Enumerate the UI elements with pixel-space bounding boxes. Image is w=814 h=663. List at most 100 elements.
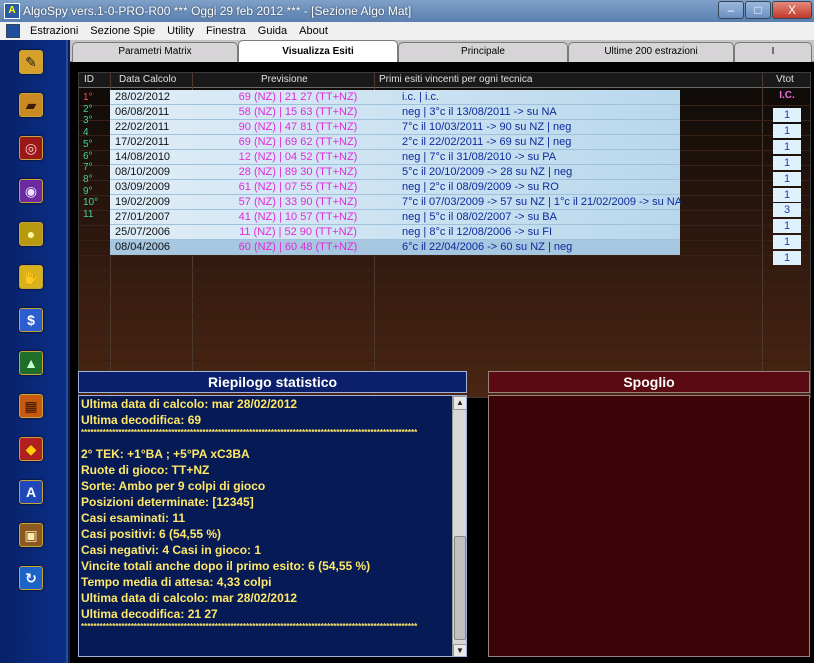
row-id[interactable]: 6°: [83, 151, 93, 162]
row-id[interactable]: 3°: [83, 115, 93, 126]
table-row[interactable]: 08/10/2009 28 (NZ) | 89 30 (TT+NZ) 5°c il …: [110, 165, 680, 180]
row-id[interactable]: 2°: [83, 104, 93, 115]
vtot-cell[interactable]: 1: [773, 187, 801, 202]
menu-estrazioni[interactable]: Estrazioni: [24, 25, 84, 37]
col-date-header[interactable]: Data Calcolo: [119, 74, 176, 85]
document-icon[interactable]: [6, 24, 20, 38]
table-row[interactable]: 06/08/2011 58 (NZ) | 15 63 (TT+NZ) neg | 3…: [110, 105, 680, 120]
row-date: 03/09/2009: [115, 181, 171, 193]
tab-ultime-200-estrazioni[interactable]: Ultime 200 estrazioni: [568, 42, 734, 62]
row-id[interactable]: 5°: [83, 139, 93, 150]
letter-a-icon[interactable]: A: [19, 480, 43, 504]
stat-line: Casi esaminati: 11: [81, 511, 186, 525]
row-id[interactable]: 9°: [83, 186, 93, 197]
row-id[interactable]: 11: [83, 209, 93, 220]
pencil-icon[interactable]: ✎: [19, 50, 43, 74]
row-previsione: 11 (NZ) | 52 90 (TT+NZ): [239, 226, 357, 238]
grid-line: [79, 360, 810, 361]
menu-finestra[interactable]: Finestra: [200, 25, 252, 37]
vtot-cell[interactable]: 1: [773, 139, 801, 154]
vtot-cell[interactable]: 1: [773, 108, 801, 122]
refresh-icon[interactable]: ↻: [19, 566, 43, 590]
tab-visualizza-esiti[interactable]: Visualizza Esiti: [238, 40, 398, 62]
table-row[interactable]: 19/02/2009 57 (NZ) | 33 90 (TT+NZ) 7°c il …: [110, 195, 682, 210]
menu-about[interactable]: About: [293, 25, 334, 37]
tab-parametri-matrix[interactable]: Parametri Matrix: [72, 42, 238, 62]
stat-line: Posizioni determinate: [12345]: [81, 495, 254, 509]
stat-line: Sorte: Ambo per 9 colpi di gioco: [81, 479, 266, 493]
close-button[interactable]: X: [772, 1, 812, 19]
stat-line: Ultima data di calcolo: mar 28/02/2012: [81, 591, 298, 605]
row-id[interactable]: 7°: [83, 162, 93, 173]
grid-line: [79, 255, 810, 256]
maximize-button[interactable]: □: [745, 1, 771, 19]
riepilogo-panel: Ultima data di calcolo: mar 28/02/2012 Ul…: [78, 395, 467, 657]
scroll-thumb[interactable]: [454, 536, 466, 640]
col-previsione-header[interactable]: Previsione: [261, 74, 308, 85]
vtot-cell[interactable]: 1: [773, 123, 801, 138]
table-row[interactable]: 14/08/2010 12 (NZ) | 04 52 (TT+NZ) neg | 7…: [110, 150, 680, 165]
riepilogo-title: Riepilogo statistico: [78, 371, 467, 393]
row-date: 06/08/2011: [115, 106, 170, 118]
col-esiti-header[interactable]: Primi esiti vincenti per ogni tecnica: [379, 74, 532, 85]
hand-icon[interactable]: ✋: [19, 265, 43, 289]
app-icon: A: [4, 3, 20, 19]
row-id[interactable]: 8°: [83, 174, 93, 185]
row-previsione: 90 (NZ) | 47 81 (TT+NZ): [238, 121, 358, 133]
row-previsione: 69 (NZ) | 21 27 (TT+NZ): [238, 91, 358, 103]
grid-line: [79, 285, 810, 286]
row-esiti: 2°c il 22/02/2011 -> 69 su NZ | neg: [402, 136, 572, 148]
menu-utility[interactable]: Utility: [161, 25, 200, 37]
menu-guida[interactable]: Guida: [252, 25, 293, 37]
row-date: 19/02/2009: [115, 196, 171, 208]
calendar-icon[interactable]: ▦: [19, 394, 43, 418]
col-id-header[interactable]: ID: [84, 74, 94, 85]
vtot-cell[interactable]: 1: [773, 251, 801, 266]
row-previsione: 41 (NZ) | 10 57 (TT+NZ): [238, 211, 358, 223]
title-bar: A AlgoSpy vers.1-0-PRO-R00 *** Oggi 29 f…: [0, 0, 814, 22]
row-date: 25/07/2006: [115, 226, 171, 238]
books-icon[interactable]: ▰: [19, 93, 43, 117]
vtot-ic-label: I.C.: [779, 90, 795, 101]
stat-line: Ruote di gioco: TT+NZ: [81, 463, 210, 477]
table-row[interactable]: 08/04/2006 60 (NZ) | 60 48 (TT+NZ) 6°c il …: [110, 240, 680, 255]
scroll-up-button[interactable]: ▲: [453, 396, 466, 410]
tab-more[interactable]: I: [734, 42, 812, 62]
telescope-icon[interactable]: ◉: [19, 179, 43, 203]
menu-sezione-spie[interactable]: Sezione Spie: [84, 25, 161, 37]
pyramid-icon[interactable]: ▲: [19, 351, 43, 375]
table-row[interactable]: 27/01/2007 41 (NZ) | 10 57 (TT+NZ) neg | 5…: [110, 210, 680, 225]
row-previsione: 57 (NZ) | 33 90 (TT+NZ): [238, 196, 358, 208]
tab-principale[interactable]: Principale: [398, 42, 568, 62]
table-row[interactable]: 22/02/2011 90 (NZ) | 47 81 (TT+NZ) 7°c il …: [110, 120, 680, 135]
table-row[interactable]: 03/09/2009 61 (NZ) | 07 55 (TT+NZ) neg | 2…: [110, 180, 680, 195]
row-id[interactable]: 1°: [83, 92, 93, 103]
book-icon[interactable]: ▣: [19, 523, 43, 547]
riepilogo-scrollbar[interactable]: ▲ ▼: [452, 396, 466, 656]
vtot-cell[interactable]: 1: [773, 219, 801, 234]
table-row[interactable]: 17/02/2011 69 (NZ) | 69 62 (TT+NZ) 2°c il …: [110, 135, 680, 150]
row-id[interactable]: 10°: [83, 197, 98, 208]
row-previsione: 61 (NZ) | 07 55 (TT+NZ): [238, 181, 358, 193]
separator-line: ****************************************…: [81, 428, 418, 437]
grid-header: ID Data Calcolo Previsione Primi esiti v…: [79, 73, 810, 88]
minimize-button[interactable]: –: [718, 1, 744, 19]
table-row[interactable]: 25/07/2006 11 (NZ) | 52 90 (TT+NZ) neg | 8…: [110, 225, 680, 240]
scroll-down-button[interactable]: ▼: [453, 644, 466, 656]
row-esiti: neg | 5°c il 08/02/2007 -> su BA: [402, 211, 557, 223]
diamond-icon[interactable]: ◆: [19, 437, 43, 461]
vtot-cell[interactable]: 1: [773, 235, 801, 250]
results-rows: 28/02/2012 69 (NZ) | 21 27 (TT+NZ) i.c. | …: [110, 90, 682, 255]
vtot-cell[interactable]: 3: [773, 203, 801, 218]
vtot-cell[interactable]: 1: [773, 171, 801, 186]
compass-icon[interactable]: ◎: [19, 136, 43, 160]
lightbulb-icon[interactable]: ●: [19, 222, 43, 246]
vtot-cell[interactable]: 1: [773, 155, 801, 170]
table-row[interactable]: 28/02/2012 69 (NZ) | 21 27 (TT+NZ) i.c. | …: [110, 90, 680, 105]
row-previsione: 28 (NZ) | 89 30 (TT+NZ): [238, 166, 358, 178]
grid-line: [79, 345, 810, 346]
col-vtot-header[interactable]: Vtot: [776, 74, 794, 85]
stat-line: [79, 438, 466, 446]
row-id[interactable]: 4: [83, 127, 89, 138]
dollar-icon[interactable]: $: [19, 308, 43, 332]
